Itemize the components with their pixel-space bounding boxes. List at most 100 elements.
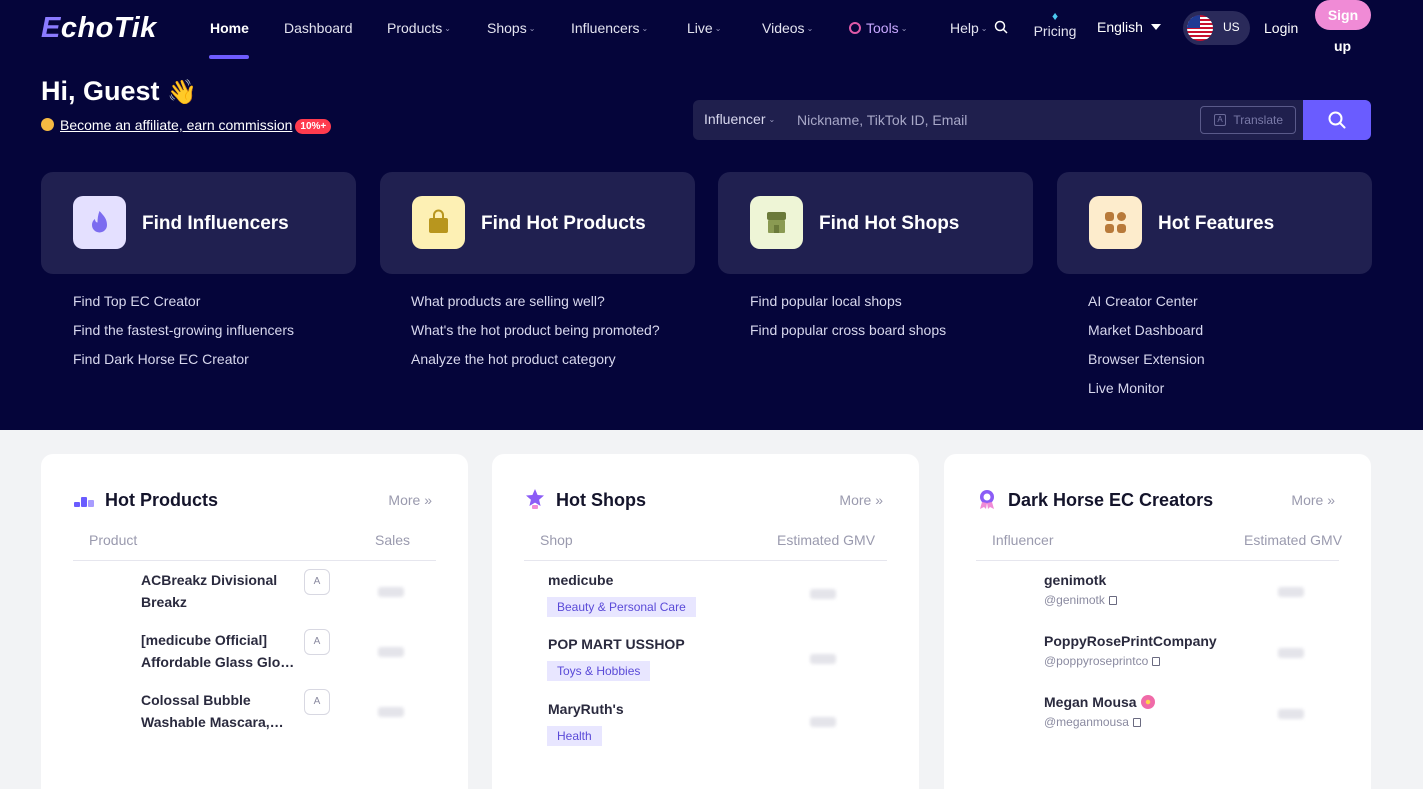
feature-link[interactable]: Find popular local shops — [750, 292, 1050, 321]
login-link[interactable]: Login — [1264, 20, 1298, 36]
nav-tools[interactable]: Tools ⌄ — [849, 20, 907, 36]
feature-link[interactable]: Find popular cross board shops — [750, 321, 1050, 350]
feature-link[interactable]: What's the hot product being promoted? — [411, 321, 711, 350]
nav-dashboard[interactable]: Dashboard — [284, 20, 353, 36]
echotik-logo[interactable]: EchoTik — [41, 12, 157, 45]
column-header: Product — [89, 532, 138, 548]
feature-card-find-hot-shops[interactable]: Find Hot Shops — [718, 172, 1033, 274]
search-icon — [1328, 111, 1346, 129]
feature-link[interactable]: Browser Extension — [1088, 350, 1388, 379]
influencer-name[interactable]: genimotk — [1044, 572, 1106, 588]
chevron-down-icon: ⌄ — [980, 24, 988, 33]
copy-icon[interactable] — [1152, 657, 1161, 666]
translate-icon[interactable]: A — [304, 689, 330, 715]
nav-home[interactable]: Home — [210, 20, 249, 36]
divider — [524, 560, 887, 561]
nav-products[interactable]: Products ⌄ — [387, 20, 451, 36]
category-tag: Health — [547, 726, 602, 746]
blurred-gmv-value — [810, 717, 836, 727]
blurred-gmv-value — [1278, 648, 1304, 658]
nav-help[interactable]: Help ⌄ — [950, 20, 988, 36]
blurred-gmv-value — [810, 654, 836, 664]
feature-card-hot-features[interactable]: Hot Features — [1057, 172, 1372, 274]
blurred-sales-value — [378, 587, 404, 597]
feature-link[interactable]: Find the fastest-growing influencers — [73, 321, 373, 350]
copy-icon[interactable] — [1108, 596, 1117, 605]
column-header: Shop — [540, 532, 573, 548]
search-input[interactable] — [797, 100, 1187, 140]
influencer-name[interactable]: PoppyRosePrintCompany — [1044, 633, 1217, 649]
translate-icon: A — [1214, 114, 1226, 126]
translate-icon[interactable]: A — [304, 569, 330, 595]
feature-card-find-influencers[interactable]: Find Influencers — [41, 172, 356, 274]
more-link[interactable]: More » — [1291, 492, 1335, 508]
top-navbar: EchoTik Home Dashboard Products ⌄ Shops ⌄ … — [0, 0, 1423, 60]
blurred-gmv-value — [1278, 709, 1304, 719]
feature-links-influencers: Find Top EC Creator Find the fastest-gro… — [73, 292, 373, 379]
feature-links-hot-features: AI Creator Center Market Dashboard Brows… — [1088, 292, 1388, 408]
more-link[interactable]: More » — [839, 492, 883, 508]
feature-link[interactable]: Find Dark Horse EC Creator — [73, 350, 373, 379]
blurred-sales-value — [378, 647, 404, 657]
more-link[interactable]: More » — [388, 492, 432, 508]
region-selector[interactable]: US — [1183, 11, 1250, 45]
nav-influencers[interactable]: Influencers ⌄ — [571, 20, 648, 36]
search-bar: Influencer⌄ ATranslate — [693, 100, 1371, 140]
column-header: Estimated GMV — [1244, 532, 1343, 548]
medal-icon — [980, 490, 994, 509]
chevron-down-icon: ⌄ — [528, 24, 536, 33]
tools-icon — [849, 22, 861, 34]
chevron-down-icon: ⌄ — [444, 24, 451, 33]
blurred-gmv-value — [1278, 587, 1304, 597]
product-name[interactable]: [medicube Official] Affordable Glass Glo… — [141, 629, 301, 673]
search-submit-button[interactable] — [1303, 100, 1371, 140]
copy-icon[interactable] — [1132, 718, 1141, 727]
nav-active-indicator — [209, 55, 249, 59]
flower-emoji-icon — [1140, 695, 1155, 709]
affiliate-link[interactable]: Become an affiliate, earn commission 10%+ — [41, 117, 332, 134]
feature-link[interactable]: What products are selling well? — [411, 292, 711, 321]
signup-button-overflow-text[interactable]: up — [1334, 38, 1351, 54]
search-icon[interactable] — [994, 20, 1008, 34]
chevron-down-icon: ⌄ — [641, 24, 649, 33]
translate-button[interactable]: A Translate — [1200, 106, 1296, 134]
caret-down-icon — [1150, 24, 1161, 30]
blurred-sales-value — [378, 707, 404, 717]
nav-shops[interactable]: Shops ⌄ — [487, 20, 535, 36]
product-name[interactable]: ACBreakz Divisional Breakz — [141, 569, 301, 613]
commission-badge: 10%+ — [295, 119, 332, 134]
translate-icon[interactable]: A — [304, 629, 330, 655]
shop-name[interactable]: POP MART USSHOP — [548, 636, 685, 652]
feature-link[interactable]: Market Dashboard — [1088, 321, 1388, 350]
nav-pricing[interactable]: ♦ Pricing — [1033, 9, 1077, 39]
money-bag-icon — [41, 118, 54, 131]
influencer-name[interactable]: Megan Mousa — [1044, 694, 1155, 710]
category-tag: Beauty & Personal Care — [547, 597, 696, 617]
product-name[interactable]: Colossal Bubble Washable Mascara, Waterp… — [141, 689, 301, 733]
nav-live[interactable]: Live ⌄ — [687, 20, 721, 36]
nav-videos[interactable]: Videos ⌄ — [762, 20, 813, 36]
chevron-down-icon: ⌄ — [714, 24, 722, 33]
influencer-handle: @genimotk — [1044, 593, 1117, 607]
feature-link[interactable]: Live Monitor — [1088, 379, 1388, 408]
hot-products-panel: Hot Products More » Product Sales ACBrea… — [41, 454, 468, 789]
search-type-dropdown[interactable]: Influencer ⌄ — [704, 111, 775, 127]
waving-hand-icon: 👋 — [167, 79, 197, 106]
feature-link[interactable]: AI Creator Center — [1088, 292, 1388, 321]
feature-card-find-hot-products[interactable]: Find Hot Products — [380, 172, 695, 274]
influencer-handle: @poppyroseprintco — [1044, 654, 1161, 668]
grid-apps-icon — [1089, 196, 1142, 249]
influencer-handle: @meganmousa — [1044, 715, 1141, 729]
chevron-down-icon: ⌄ — [768, 115, 776, 124]
feature-link[interactable]: Analyze the hot product category — [411, 350, 711, 379]
shop-name[interactable]: medicube — [548, 572, 613, 588]
signup-button[interactable]: Sign — [1315, 0, 1371, 30]
shop-name[interactable]: MaryRuth's — [548, 701, 624, 717]
feature-link[interactable]: Find Top EC Creator — [73, 292, 373, 321]
hot-shops-panel: Hot Shops More » Shop Estimated GMV medi… — [492, 454, 919, 789]
us-flag-icon — [1187, 15, 1213, 41]
dark-horse-creators-panel: Dark Horse EC Creators More » Influencer… — [944, 454, 1371, 789]
greeting-title: Hi, Guest 👋 — [41, 76, 197, 106]
language-selector[interactable]: English — [1097, 19, 1161, 35]
divider — [976, 560, 1339, 561]
